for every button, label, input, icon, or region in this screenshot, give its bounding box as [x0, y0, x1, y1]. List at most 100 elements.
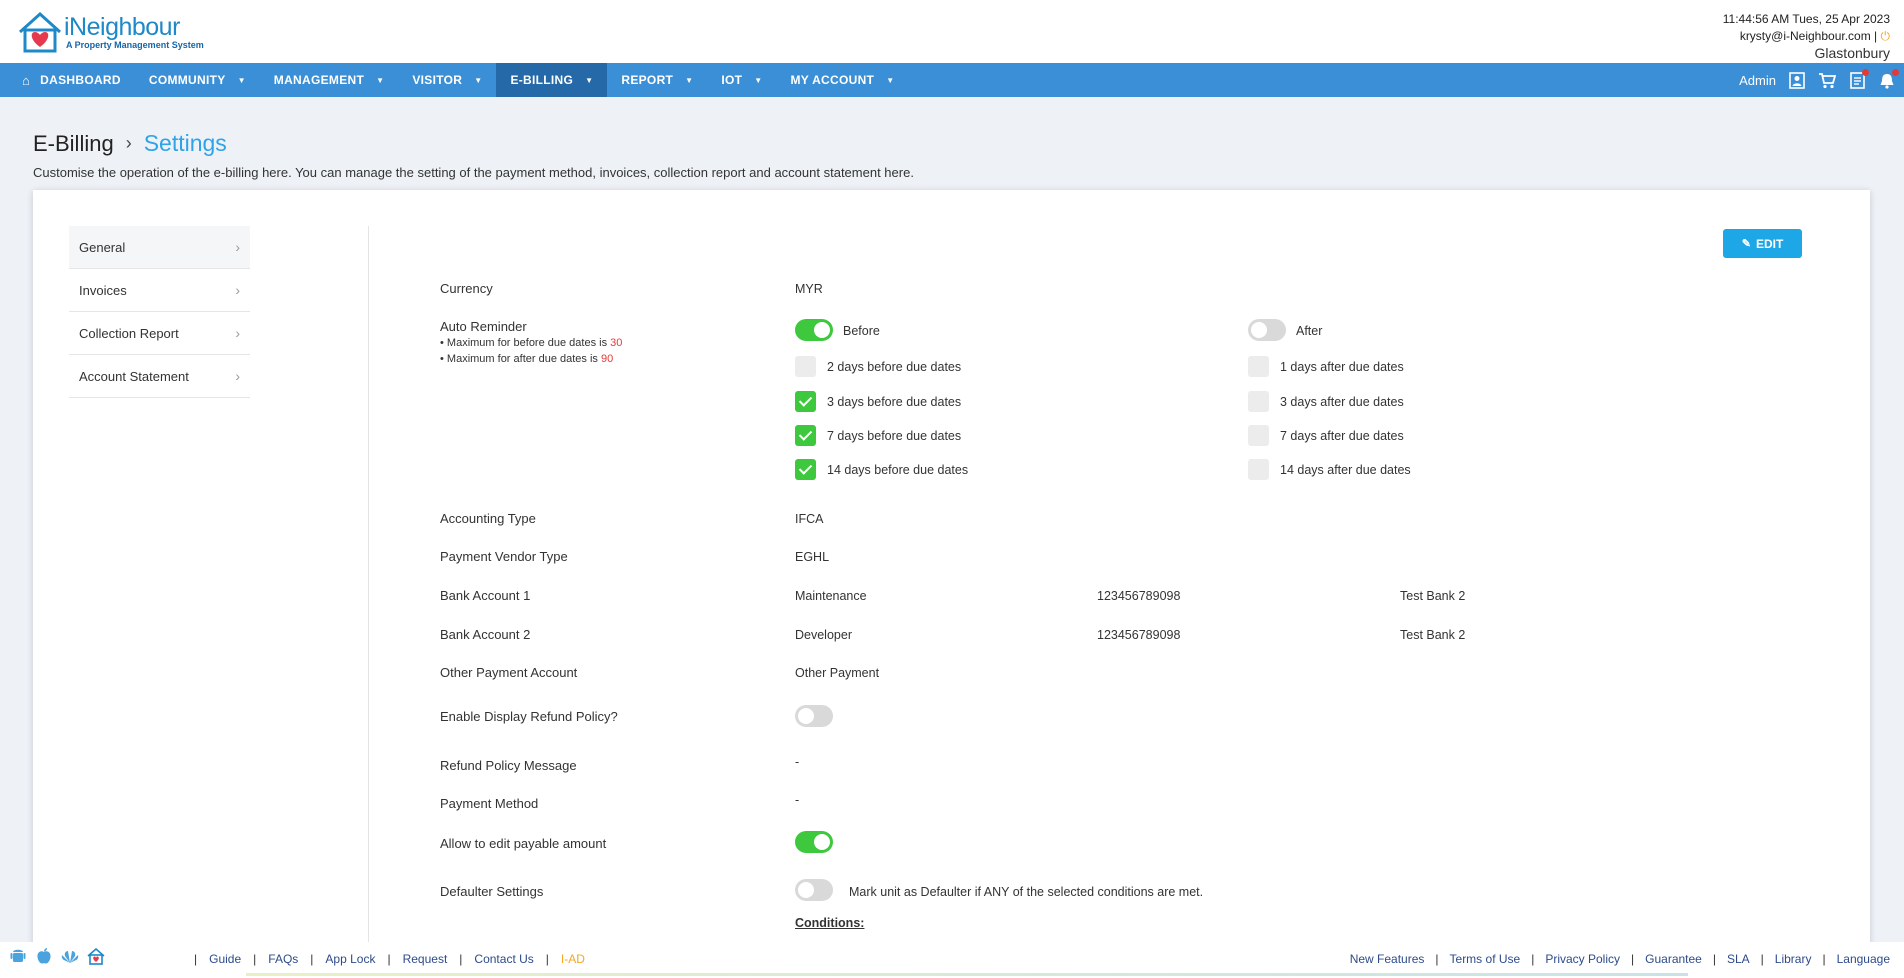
auto-reminder-label: Auto Reminder [440, 319, 527, 334]
edit-payable-label: Allow to edit payable amount [440, 836, 607, 851]
cart-icon[interactable] [1818, 71, 1836, 89]
footer-link-guarantee[interactable]: Guarantee [1645, 952, 1702, 966]
android-icon[interactable] [8, 946, 28, 966]
notification-icon[interactable] [1878, 69, 1899, 89]
before-7-days-checkbox[interactable] [795, 425, 816, 446]
reminder-note-after: • Maximum for after due dates is 90 [440, 353, 613, 365]
house-heart-icon [18, 11, 62, 53]
footer-link-faqs[interactable]: FAQs [268, 952, 298, 966]
page-footer: | Guide | FAQs | App Lock | Request | Contact… [0, 942, 1904, 978]
current-datetime: 11:44:56 AM Tues, 25 Apr 2023 [1722, 12, 1890, 26]
after-14-days-checkbox[interactable] [1248, 459, 1269, 480]
notes-icon[interactable] [1848, 69, 1869, 89]
bank-account-2-number: 123456789098 [1097, 628, 1181, 642]
footer-link-privacy[interactable]: Privacy Policy [1545, 952, 1620, 966]
bank-account-2-bank: Test Bank 2 [1400, 628, 1466, 642]
nav-label: IOT [721, 73, 743, 87]
before-14-days-checkbox[interactable] [795, 459, 816, 480]
after-1-days-checkbox[interactable] [1248, 356, 1269, 377]
defaulter-label: Defaulter Settings [440, 884, 544, 899]
before-toggle[interactable] [795, 319, 833, 341]
breadcrumb-root[interactable]: E-Billing [33, 131, 114, 157]
sidebar-item-label: General [79, 239, 126, 255]
footer-link-terms[interactable]: Terms of Use [1450, 952, 1521, 966]
app-logo[interactable]: iNeighbour A Property Management System [16, 10, 206, 54]
footer-link-i-ad[interactable]: I-AD [561, 952, 585, 966]
nav-dashboard[interactable]: ⌂ DASHBOARD [0, 63, 135, 97]
after-7-days-checkbox[interactable] [1248, 425, 1269, 446]
nav-my-account[interactable]: MY ACCOUNT ▼ [777, 63, 909, 97]
accounting-type-label: Accounting Type [440, 511, 536, 526]
checkbox-label: 14 days before due dates [827, 463, 969, 477]
footer-link-new-features[interactable]: New Features [1350, 952, 1425, 966]
sidebar-item-label: Account Statement [79, 368, 189, 384]
property-location[interactable]: Glastonbury [1723, 45, 1890, 62]
section-divider [368, 226, 369, 978]
sidebar-item-collection-report[interactable]: Collection Report › [69, 312, 250, 355]
nav-report[interactable]: REPORT ▼ [607, 63, 707, 97]
note-max-value: 30 [610, 337, 623, 349]
bank-account-1-number: 123456789098 [1097, 589, 1181, 603]
session-info: 11:44:56 AM Tues, 25 Apr 2023 krysty@i-N… [1723, 11, 1890, 62]
user-email: krysty@i-Neighbour.com | [1739, 29, 1878, 43]
edit-button[interactable]: ✎ EDIT [1723, 229, 1802, 258]
edit-payable-toggle[interactable] [795, 831, 833, 853]
nav-user-tools: Admin [1739, 63, 1899, 97]
checkbox-label: 3 days after due dates [1280, 395, 1404, 409]
pencil-icon: ✎ [1741, 238, 1751, 250]
chevron-right-icon: › [235, 282, 240, 298]
footer-link-request[interactable]: Request [403, 952, 448, 966]
apple-icon[interactable] [34, 946, 54, 966]
user-profile-icon[interactable] [1788, 71, 1806, 89]
refund-policy-label: Enable Display Refund Policy? [440, 709, 618, 724]
after-3-days-checkbox[interactable] [1248, 391, 1269, 412]
sidebar-item-invoices[interactable]: Invoices › [69, 269, 250, 312]
footer-link-language[interactable]: Language [1837, 952, 1890, 966]
payment-method-value: - [795, 793, 800, 807]
sidebar-item-account-statement[interactable]: Account Statement › [69, 355, 250, 398]
footer-progress-bar [246, 973, 1688, 976]
page-subtitle: Customise the operation of the e-billing… [33, 165, 914, 180]
power-icon[interactable]: ⏻ [1881, 29, 1891, 43]
note-text: • Maximum for after due dates is [440, 353, 601, 365]
logo-name: iNeighbour [64, 13, 180, 41]
nav-label: VISITOR [412, 73, 463, 87]
nav-iot[interactable]: IOT ▼ [707, 63, 776, 97]
edit-button-label: EDIT [1755, 236, 1784, 251]
chevron-right-icon: › [235, 368, 240, 384]
nav-label: MANAGEMENT [273, 73, 365, 87]
user-role[interactable]: Admin [1739, 73, 1776, 88]
accounting-type-value: IFCA [795, 512, 824, 526]
caret-down-icon: ▼ [754, 75, 763, 85]
house-heart-icon[interactable] [86, 946, 106, 966]
caret-down-icon: ▼ [237, 75, 246, 85]
footer-link-library[interactable]: Library [1775, 952, 1812, 966]
main-nav: ⌂ DASHBOARD COMMUNITY ▼ MANAGEMENT ▼ VISIT… [0, 63, 1904, 97]
before-toggle-label: Before [843, 324, 880, 338]
before-2-days-checkbox[interactable] [795, 356, 816, 377]
before-3-days-checkbox[interactable] [795, 391, 816, 412]
refund-policy-toggle[interactable] [795, 705, 833, 727]
nav-e-billing[interactable]: E-BILLING ▼ [496, 63, 608, 97]
notification-badge [1862, 69, 1869, 76]
bank-account-1-name: Maintenance [795, 589, 867, 603]
checkbox-label: 7 days before due dates [827, 429, 962, 443]
breadcrumb: E-Billing › Settings [33, 130, 227, 157]
footer-link-sla[interactable]: SLA [1727, 952, 1750, 966]
sidebar-item-label: Collection Report [79, 325, 179, 341]
huawei-icon[interactable] [60, 946, 80, 966]
conditions-label: Conditions: [795, 916, 865, 930]
nav-visitor[interactable]: VISITOR ▼ [398, 63, 496, 97]
top-header: iNeighbour A Property Management System … [0, 0, 1904, 63]
footer-link-app-lock[interactable]: App Lock [325, 952, 375, 966]
nav-management[interactable]: MANAGEMENT ▼ [260, 63, 399, 97]
after-toggle[interactable] [1248, 319, 1286, 341]
defaulter-toggle[interactable] [795, 879, 833, 901]
checkbox-label: 2 days before due dates [827, 360, 962, 374]
nav-community[interactable]: COMMUNITY ▼ [135, 63, 260, 97]
footer-link-contact-us[interactable]: Contact Us [474, 952, 533, 966]
sidebar-item-general[interactable]: General › [69, 226, 250, 269]
footer-link-guide[interactable]: Guide [209, 952, 241, 966]
refund-message-label: Refund Policy Message [440, 758, 577, 773]
payment-vendor-label: Payment Vendor Type [440, 549, 568, 564]
